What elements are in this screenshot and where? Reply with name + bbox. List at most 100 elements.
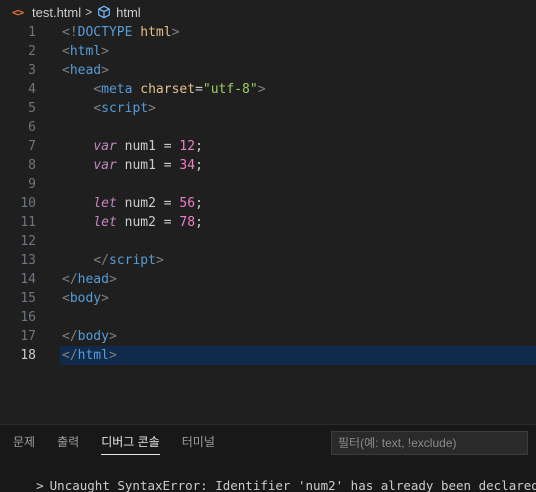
breadcrumb: <> test.html > html <box>0 0 536 24</box>
bottom-panel: 문제 출력 디버그 콘솔 터미널 > Uncaught SyntaxError: … <box>0 424 536 492</box>
code-text[interactable]: var num1 = 12; <box>60 137 536 156</box>
tab-debug-console[interactable]: 디버그 콘솔 <box>101 425 160 461</box>
code-token: var <box>93 158 117 173</box>
code-token: html <box>140 25 172 40</box>
code-line[interactable]: 14 </head> <box>0 270 536 289</box>
code-token: > <box>257 82 266 97</box>
breadcrumb-file-name[interactable]: test.html <box>32 5 81 20</box>
code-token: ; <box>195 215 203 230</box>
code-line[interactable]: 6 <box>0 118 536 137</box>
code-text[interactable]: <meta charset="utf-8"> <box>60 80 536 99</box>
line-number: 11 <box>20 215 36 230</box>
breadcrumb-separator: > <box>85 5 93 19</box>
code-text[interactable]: var num1 = 34; <box>60 156 536 175</box>
code-line[interactable]: 3 <head> <box>0 61 536 80</box>
code-text[interactable] <box>60 118 536 137</box>
code-text[interactable] <box>60 308 536 327</box>
code-token: charset <box>140 82 196 97</box>
line-number: 2 <box>28 44 36 59</box>
code-text[interactable]: <!DOCTYPE html> <box>60 23 536 42</box>
line-number: 10 <box>20 196 36 211</box>
code-token: script <box>101 101 149 116</box>
code-token: script <box>108 253 156 268</box>
code-text[interactable]: let num2 = 78; <box>60 213 536 232</box>
code-token: > <box>108 272 117 287</box>
console-chevron-icon[interactable]: > <box>36 478 44 492</box>
code-line[interactable]: 7 var num1 = 12; <box>0 137 536 156</box>
code-text[interactable]: </script> <box>60 251 536 270</box>
line-number: 9 <box>28 177 36 192</box>
code-token: ; <box>195 139 203 154</box>
code-token: head <box>69 63 102 78</box>
line-number: 7 <box>28 139 36 154</box>
code-line[interactable]: 11 let num2 = 78; <box>0 213 536 232</box>
code-text[interactable]: </head> <box>60 270 536 289</box>
code-token: = <box>163 196 172 211</box>
code-text[interactable]: <html> <box>60 42 536 61</box>
code-token: let <box>93 196 117 211</box>
code-line[interactable]: 9 <box>0 175 536 194</box>
code-line[interactable]: 18 </html> <box>0 346 536 365</box>
code-token: < <box>93 82 102 97</box>
code-line[interactable]: 16 <box>0 308 536 327</box>
code-line[interactable]: 1 <!DOCTYPE html> <box>0 23 536 42</box>
tab-terminal[interactable]: 터미널 <box>182 425 215 461</box>
line-number: 1 <box>28 25 36 40</box>
code-line[interactable]: 12 <box>0 232 536 251</box>
code-line[interactable]: 17 </body> <box>0 327 536 346</box>
code-text[interactable]: let num2 = 56; <box>60 194 536 213</box>
code-token: meta <box>101 82 133 97</box>
code-token: < <box>62 291 70 306</box>
code-line[interactable]: 5 <script> <box>0 99 536 118</box>
code-line[interactable]: 13 </script> <box>0 251 536 270</box>
code-line[interactable]: 8 var num1 = 34; <box>0 156 536 175</box>
code-token: </ <box>62 272 78 287</box>
code-line[interactable]: 10 let num2 = 56; <box>0 194 536 213</box>
code-token: = <box>163 215 172 230</box>
code-token: < <box>93 101 102 116</box>
code-line[interactable]: 4 <meta charset="utf-8"> <box>0 80 536 99</box>
code-text[interactable]: <body> <box>60 289 536 308</box>
code-text[interactable]: <head> <box>60 61 536 80</box>
code-token: num1 <box>116 139 164 154</box>
code-text[interactable]: <script> <box>60 99 536 118</box>
line-number: 13 <box>20 253 36 268</box>
tab-output[interactable]: 출력 <box>57 425 79 461</box>
line-number: 3 <box>28 63 36 78</box>
code-line[interactable]: 15 <body> <box>0 289 536 308</box>
code-token: </ <box>93 253 109 268</box>
line-number: 18 <box>20 348 36 363</box>
filter-input[interactable] <box>331 431 528 455</box>
code-editor[interactable]: 1 <!DOCTYPE html> 2 <html> 3 <head> 4 <meta ch… <box>0 22 536 422</box>
code-text[interactable] <box>60 175 536 194</box>
breadcrumb-symbol[interactable]: html <box>116 5 141 20</box>
code-token: > <box>155 253 164 268</box>
code-token: > <box>108 329 117 344</box>
code-token: > <box>108 348 117 363</box>
line-number: 16 <box>20 310 36 325</box>
code-token: html <box>69 44 102 59</box>
code-token: var <box>93 139 117 154</box>
html-element-icon <box>96 4 112 20</box>
line-number: 15 <box>20 291 36 306</box>
code-token: = <box>163 139 172 154</box>
console-error-text: Uncaught SyntaxError: Identifier 'num2' … <box>49 478 536 492</box>
code-token: body <box>69 291 102 306</box>
code-token: > <box>101 291 109 306</box>
code-token: ; <box>195 158 203 173</box>
code-text[interactable]: </body> <box>60 327 536 346</box>
code-line[interactable]: 2 <html> <box>0 42 536 61</box>
code-token: < <box>62 63 70 78</box>
code-text[interactable] <box>60 232 536 251</box>
code-token: > <box>171 25 180 40</box>
code-token: num2 <box>116 196 164 211</box>
line-number: 17 <box>20 329 36 344</box>
code-token: let <box>93 215 117 230</box>
code-token: body <box>77 329 109 344</box>
line-number: 4 <box>28 82 36 97</box>
tab-problems[interactable]: 문제 <box>13 425 35 461</box>
code-text[interactable]: </html> <box>60 346 536 365</box>
line-number: 8 <box>28 158 36 173</box>
